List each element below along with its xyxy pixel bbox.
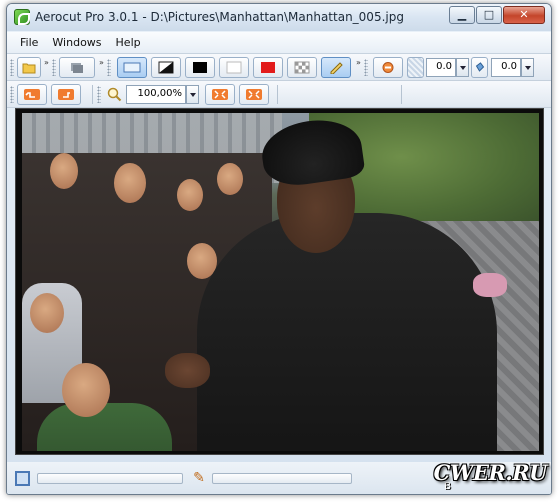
folder-icon [22, 63, 36, 74]
photo-preview[interactable] [22, 113, 539, 451]
face [50, 153, 78, 189]
spin-2-dropdown-button[interactable] [521, 58, 534, 77]
checkerboard-icon [294, 61, 310, 74]
pattern-button[interactable] [407, 57, 424, 78]
close-icon: ✕ [519, 8, 529, 21]
close-button[interactable]: ✕ [503, 6, 545, 24]
fill-button[interactable] [471, 57, 488, 78]
progress-track-left [37, 473, 183, 484]
redo-icon [58, 89, 74, 100]
open-folder-button[interactable] [17, 57, 41, 78]
rotate-icon [382, 62, 394, 73]
toolbar-separator [92, 85, 93, 104]
white-color-button[interactable] [219, 57, 249, 78]
spin-1-dropdown-button[interactable] [456, 58, 469, 77]
layers-button[interactable] [59, 57, 95, 78]
menu-bar: File Windows Help [7, 32, 551, 54]
view-toolbar: 100,00% [7, 81, 551, 108]
face [217, 163, 243, 195]
contrast-icon [158, 61, 174, 74]
status-bar: ✎ B CWER.RU [7, 460, 551, 494]
maximize-button[interactable]: □ [476, 6, 502, 24]
zoom-level-field[interactable]: 100,00% [126, 85, 186, 104]
kid-jacket [37, 403, 172, 451]
face [114, 163, 146, 203]
window-title: Aerocut Pro 3.0.1 - D:\Pictures\Manhatta… [35, 10, 404, 24]
red-swatch-icon [261, 62, 275, 73]
wrench-icon[interactable]: ✎ [190, 469, 208, 487]
toolbar-grip[interactable] [52, 59, 56, 76]
minimize-icon: ▁ [457, 8, 467, 21]
face [62, 363, 110, 417]
app-logo-icon[interactable] [14, 9, 30, 25]
expand-arrows-icon [246, 89, 262, 100]
layers-icon [71, 63, 83, 73]
eyedropper-icon [330, 62, 343, 74]
zoom-dropdown-button[interactable] [186, 85, 199, 104]
window-controls: ▁ □ ✕ [449, 6, 545, 24]
actual-size-button[interactable] [239, 84, 269, 105]
crop-frame-button[interactable] [117, 57, 147, 78]
black-swatch-icon [193, 62, 207, 73]
menu-file[interactable]: File [13, 34, 45, 51]
maximize-icon: □ [483, 8, 495, 21]
eyedropper-button[interactable] [321, 57, 351, 78]
toolbar-grip[interactable] [10, 86, 14, 103]
undo-button[interactable] [17, 84, 47, 105]
menu-windows[interactable]: Windows [45, 34, 108, 51]
paint-bucket-icon [475, 62, 485, 72]
rotate-button[interactable] [373, 57, 403, 78]
image-canvas[interactable] [15, 108, 544, 455]
contrast-button[interactable] [151, 57, 181, 78]
app-window: Aerocut Pro 3.0.1 - D:\Pictures\Manhatta… [6, 3, 552, 495]
overflow-chevron-icon[interactable]: » [44, 59, 50, 67]
pink-bag [473, 273, 507, 297]
overflow-chevron-icon[interactable]: » [356, 59, 362, 67]
spin-value-1[interactable]: 0.0 [426, 58, 456, 77]
fit-to-window-button[interactable] [205, 84, 235, 105]
minimize-button[interactable]: ▁ [449, 6, 475, 24]
transparent-button[interactable] [287, 57, 317, 78]
toolbar-separator [277, 85, 278, 104]
black-color-button[interactable] [185, 57, 215, 78]
toolbar-grip[interactable] [97, 86, 101, 103]
redo-button[interactable] [51, 84, 81, 105]
man-hand [165, 353, 210, 388]
undo-icon [24, 89, 40, 100]
face [177, 179, 203, 211]
fit-arrows-icon [212, 89, 228, 100]
man-sweatshirt [197, 213, 497, 451]
magnifier-icon [107, 87, 122, 102]
fit-view-icon[interactable] [15, 471, 30, 486]
face [30, 293, 64, 333]
progress-track-right [212, 473, 352, 484]
title-bar[interactable]: Aerocut Pro 3.0.1 - D:\Pictures\Manhatta… [7, 4, 551, 31]
main-toolbar: » » » 0.0 0.0 [7, 54, 551, 81]
watermark-logo: CWER.RU [433, 460, 548, 485]
toolbar-separator [401, 85, 402, 104]
menu-help[interactable]: Help [109, 34, 148, 51]
toolbar-grip[interactable] [10, 59, 14, 76]
white-swatch-icon [226, 61, 242, 74]
frame-icon [123, 62, 141, 73]
overflow-chevron-icon[interactable]: » [99, 59, 105, 67]
red-color-button[interactable] [253, 57, 283, 78]
spin-value-2[interactable]: 0.0 [491, 58, 521, 77]
toolbar-grip[interactable] [364, 59, 368, 76]
toolbar-grip[interactable] [107, 59, 111, 76]
